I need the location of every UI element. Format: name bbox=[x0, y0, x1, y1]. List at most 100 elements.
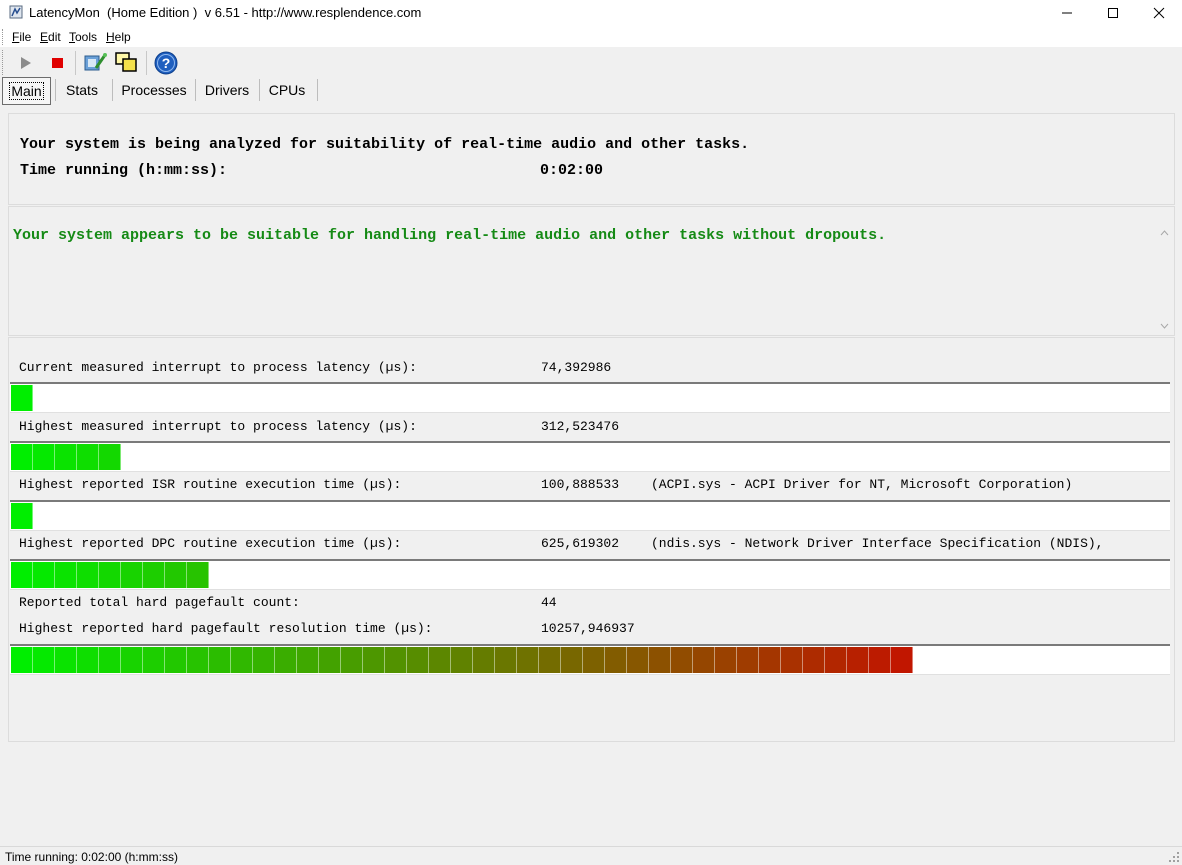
latency-meter-fill bbox=[11, 562, 209, 588]
meter-segment bbox=[99, 562, 121, 588]
tab-main[interactable]: Main bbox=[2, 77, 51, 105]
meter-segment bbox=[583, 647, 605, 673]
meter-segment bbox=[55, 647, 77, 673]
meter-segment bbox=[385, 647, 407, 673]
metric-label: Highest reported DPC routine execution t… bbox=[19, 536, 402, 551]
windows-icon bbox=[115, 52, 137, 72]
meter-segment bbox=[187, 647, 209, 673]
svg-text:?: ? bbox=[162, 55, 171, 71]
meter-segment bbox=[77, 444, 99, 470]
analysis-status-line: Your system is being analyzed for suitab… bbox=[20, 136, 750, 153]
play-icon bbox=[21, 57, 31, 69]
meter-segment bbox=[605, 647, 627, 673]
meter-segment bbox=[473, 647, 495, 673]
resize-grip-icon[interactable] bbox=[1168, 851, 1180, 863]
maximize-icon bbox=[1108, 8, 1118, 18]
latency-meter bbox=[10, 644, 1170, 675]
verdict-scrollbar[interactable] bbox=[1157, 227, 1172, 334]
metric-label: Highest reported hard pagefault resoluti… bbox=[19, 621, 433, 636]
meter-segment bbox=[165, 562, 187, 588]
help-icon: ? bbox=[154, 51, 178, 75]
metric-detail: (ACPI.sys - ACPI Driver for NT, Microsof… bbox=[651, 477, 1073, 492]
driver-button[interactable] bbox=[82, 50, 108, 76]
meter-segment bbox=[99, 444, 121, 470]
meter-segment bbox=[319, 647, 341, 673]
meter-segment bbox=[825, 647, 847, 673]
meter-segment bbox=[891, 647, 913, 673]
driver-icon bbox=[84, 53, 107, 71]
stop-icon bbox=[52, 58, 63, 68]
meter-segment bbox=[55, 444, 77, 470]
minimize-button[interactable] bbox=[1044, 0, 1090, 26]
menu-tools[interactable]: Tools bbox=[69, 30, 97, 44]
meter-segment bbox=[341, 647, 363, 673]
meter-segment bbox=[121, 647, 143, 673]
menu-file[interactable]: File bbox=[12, 30, 31, 44]
menu-file-label: ile bbox=[19, 30, 32, 44]
meter-segment bbox=[77, 647, 99, 673]
tab-separator bbox=[195, 79, 196, 101]
meter-segment bbox=[407, 647, 429, 673]
latency-meter bbox=[10, 500, 1170, 531]
metric-label: Reported total hard pagefault count: bbox=[19, 595, 300, 610]
tab-separator bbox=[112, 79, 113, 101]
latency-meter bbox=[10, 441, 1170, 472]
verdict-panel: Your system appears to be suitable for h… bbox=[8, 206, 1175, 336]
meter-segment bbox=[275, 647, 297, 673]
maximize-button[interactable] bbox=[1090, 0, 1136, 26]
toolbar-grip bbox=[2, 50, 6, 75]
menu-edit-label: dit bbox=[48, 30, 61, 44]
meter-segment bbox=[11, 562, 33, 588]
latency-meter bbox=[10, 559, 1170, 590]
scroll-down-icon[interactable] bbox=[1157, 320, 1172, 332]
meter-segment bbox=[539, 647, 561, 673]
meter-segment bbox=[781, 647, 803, 673]
tab-stats[interactable]: Stats bbox=[58, 77, 106, 103]
meter-segment bbox=[297, 647, 319, 673]
meter-segment bbox=[77, 562, 99, 588]
windows-button[interactable] bbox=[113, 50, 139, 76]
meter-segment bbox=[627, 647, 649, 673]
verdict-text: Your system appears to be suitable for h… bbox=[13, 227, 887, 244]
meter-segment bbox=[495, 647, 517, 673]
meter-segment bbox=[165, 647, 187, 673]
tab-cpus[interactable]: CPUs bbox=[263, 77, 311, 103]
meter-segment bbox=[121, 562, 143, 588]
meter-segment bbox=[143, 647, 165, 673]
help-button[interactable]: ? bbox=[153, 50, 179, 76]
time-running-value: 0:02:00 bbox=[540, 162, 604, 179]
analysis-panel: Your system is being analyzed for suitab… bbox=[8, 113, 1175, 205]
start-button[interactable] bbox=[15, 53, 37, 73]
metric-label: Highest measured interrupt to process la… bbox=[19, 419, 417, 434]
meter-segment bbox=[363, 647, 385, 673]
stop-button[interactable] bbox=[46, 53, 68, 73]
app-icon bbox=[9, 5, 23, 19]
window-title: LatencyMon (Home Edition ) v 6.51 - http… bbox=[29, 5, 422, 20]
metric-value: 312,523476 bbox=[541, 419, 620, 434]
meter-segment bbox=[253, 647, 275, 673]
metric-value: 625,619302 bbox=[541, 536, 620, 551]
meter-segment bbox=[11, 503, 33, 529]
meter-segment bbox=[649, 647, 671, 673]
menu-grip bbox=[2, 29, 6, 45]
status-text: Time running: 0:02:00 (h:mm:ss) bbox=[5, 850, 178, 864]
tab-drivers[interactable]: Drivers bbox=[199, 77, 255, 103]
menu-bar: File Edit Tools Help bbox=[0, 26, 1182, 47]
latency-meter bbox=[10, 382, 1170, 413]
close-icon bbox=[1153, 7, 1165, 19]
meter-segment bbox=[451, 647, 473, 673]
minimize-icon bbox=[1062, 12, 1072, 14]
menu-help[interactable]: Help bbox=[106, 30, 131, 44]
meter-segment bbox=[209, 647, 231, 673]
meter-segment bbox=[99, 647, 121, 673]
scroll-up-icon[interactable] bbox=[1157, 227, 1172, 239]
tab-processes[interactable]: Processes bbox=[116, 77, 192, 103]
metric-value: 10257,946937 bbox=[541, 621, 635, 636]
meter-segment bbox=[561, 647, 583, 673]
toolbar-separator bbox=[75, 51, 76, 75]
title-bar: LatencyMon (Home Edition ) v 6.51 - http… bbox=[0, 0, 1182, 26]
meter-segment bbox=[737, 647, 759, 673]
menu-edit[interactable]: Edit bbox=[40, 30, 61, 44]
close-button[interactable] bbox=[1136, 0, 1182, 26]
toolbar-separator bbox=[146, 51, 147, 75]
